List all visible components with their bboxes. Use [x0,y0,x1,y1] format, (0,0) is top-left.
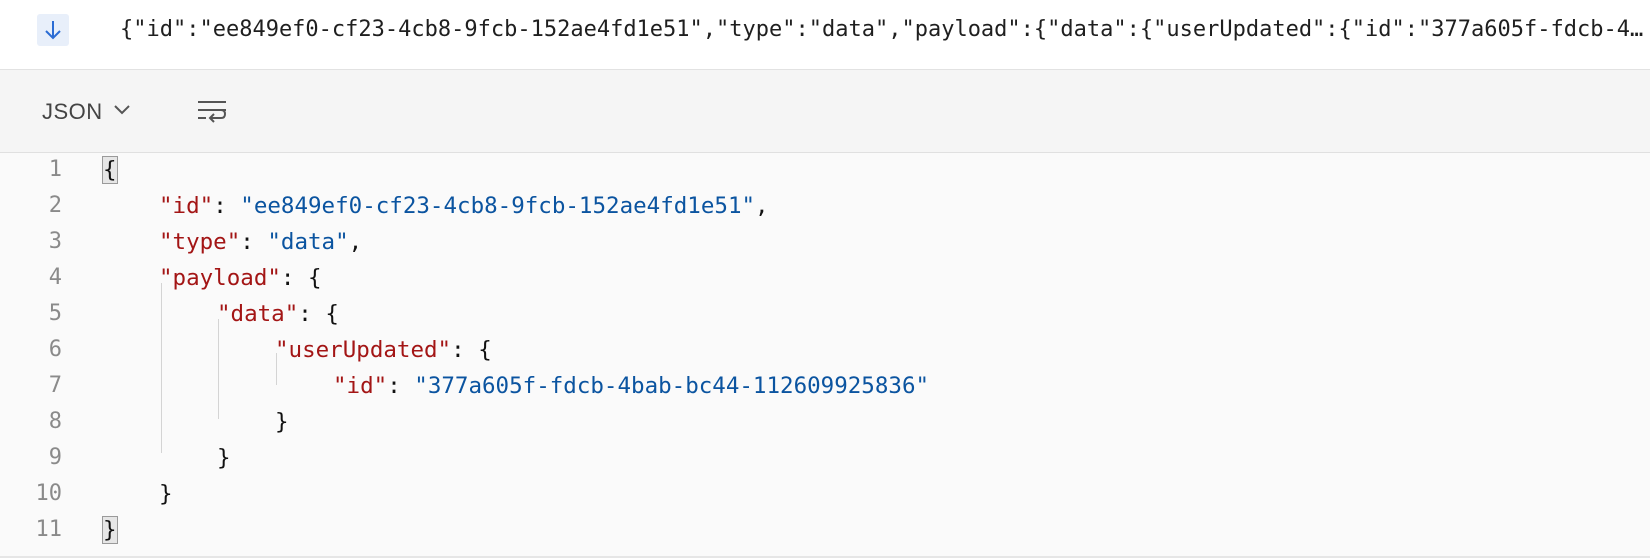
code-line: 4 "payload": { [0,260,1650,296]
comma: , [755,193,769,219]
close-brace: } [159,481,173,507]
code-line: 6 "userUpdated": { [0,332,1650,368]
chevron-down-icon [113,103,131,121]
code-line: 1 { [0,152,1650,188]
json-key: "id" [159,193,214,219]
close-brace: } [275,409,289,435]
json-string-value: "ee849ef0-cf23-4cb8-9fcb-152ae4fd1e51" [240,193,756,219]
colon: : [213,193,241,219]
line-number: 11 [35,517,63,542]
word-wrap-button[interactable] [190,92,234,132]
code-line: 2 "id": "ee849ef0-cf23-4cb8-9fcb-152ae4f… [0,188,1650,224]
json-key: "data" [217,301,299,327]
code-line: 3 "type": "data", [0,224,1650,260]
json-key: "payload" [159,265,281,291]
line-number: 5 [48,301,62,326]
matched-brace: } [102,516,118,544]
matched-brace: { [102,156,118,184]
colon: : [387,373,415,399]
line-number: 4 [48,265,62,290]
json-string-value: "377a605f-fdcb-4bab-bc44-112609925836" [414,373,930,399]
line-number: 3 [48,229,62,254]
code-line: 5 "data": { [0,296,1650,332]
code-line: 10 } [0,476,1650,512]
open-brace: { [325,301,339,327]
line-number: 9 [48,445,62,470]
json-editor[interactable]: 1 { 2 "id": "ee849ef0-cf23-4cb8-9fcb-152… [0,153,1650,558]
line-number: 2 [48,193,62,218]
line-number: 6 [48,337,62,362]
code-line: 11 } [0,512,1650,548]
message-row[interactable]: {"id":"ee849ef0-cf23-4cb8-9fcb-152ae4fd1… [0,0,1650,70]
direction-indicator [37,14,69,46]
code-line: 9 } [0,440,1650,476]
json-key: "id" [333,373,388,399]
json-string-value: "data" [267,229,349,255]
viewer-toolbar: JSON [0,70,1650,153]
format-label: JSON [42,99,103,124]
colon: : [240,229,268,255]
colon: : [298,301,326,327]
raw-message-preview[interactable]: {"id":"ee849ef0-cf23-4cb8-9fcb-152ae4fd1… [120,15,1650,45]
json-key: "type" [159,229,241,255]
json-key: "userUpdated" [275,337,452,363]
line-number: 10 [35,481,63,506]
arrow-down-icon [45,21,61,40]
line-number: 7 [48,373,62,398]
open-brace: { [308,265,322,291]
word-wrap-icon [198,101,227,123]
close-brace: } [217,445,231,471]
colon: : [451,337,479,363]
code-line: 7 "id": "377a605f-fdcb-4bab-bc44-1126099… [0,368,1650,404]
colon: : [280,265,309,291]
open-brace: { [478,337,492,363]
line-number: 1 [48,157,62,182]
line-number: 8 [48,409,62,434]
code-line: 8 } [0,404,1650,440]
comma: , [348,229,363,255]
format-dropdown[interactable]: JSON [30,92,143,132]
